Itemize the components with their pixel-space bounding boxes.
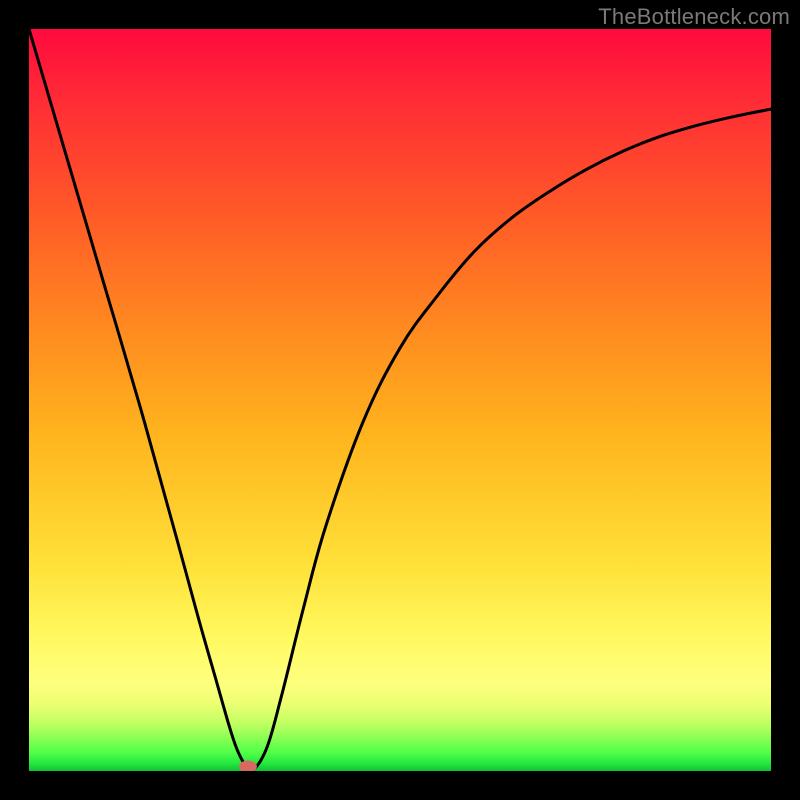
bottleneck-curve [29, 29, 771, 771]
bottleneck-curve-path [29, 29, 771, 771]
chart-frame: TheBottleneck.com [0, 0, 800, 800]
source-watermark: TheBottleneck.com [598, 4, 790, 30]
plot-area [29, 29, 771, 771]
min-marker [239, 761, 257, 771]
